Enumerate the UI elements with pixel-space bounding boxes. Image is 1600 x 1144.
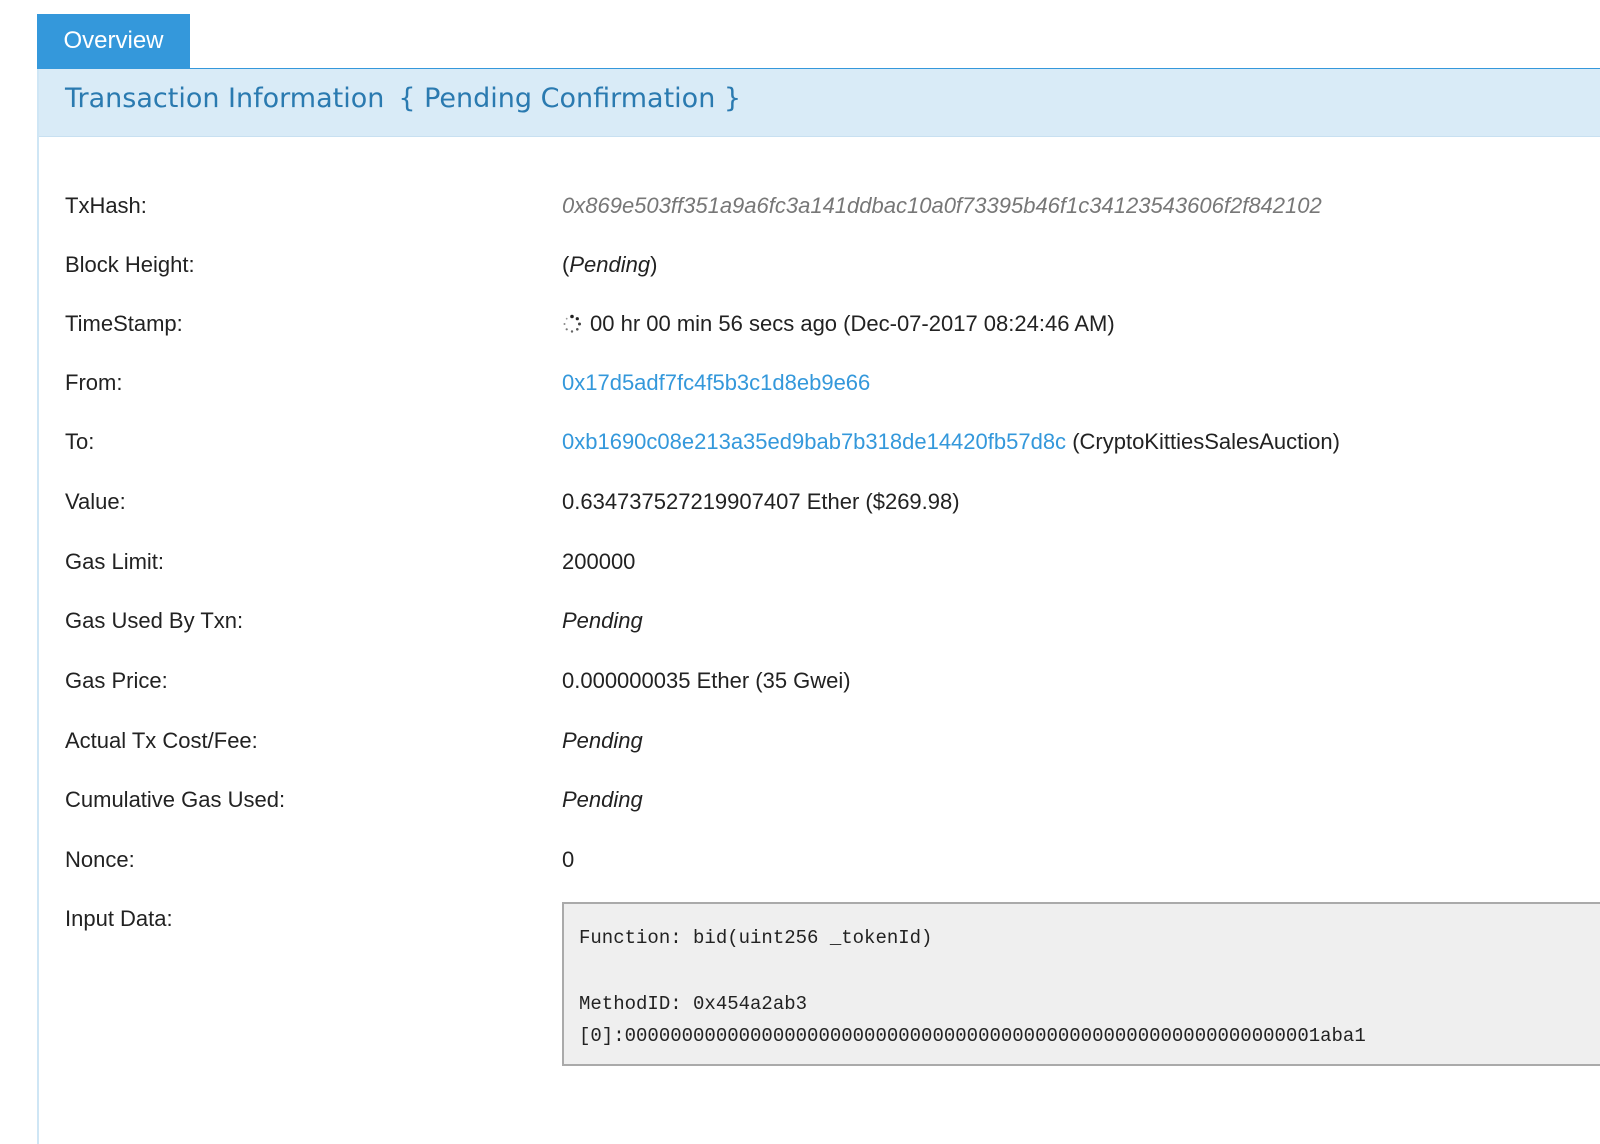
timestamp-value: 00 hr 00 min 56 secs ago (Dec-07-2017 08… (562, 311, 1115, 337)
actual-cost-value: Pending (562, 728, 643, 753)
gas-limit-value: 200000 (562, 549, 636, 574)
timestamp-absolute: (Dec-07-2017 08:24:46 AM) (843, 311, 1115, 336)
nonce-label: Nonce: (65, 847, 135, 872)
input-data-label: Input Data: (65, 906, 173, 931)
timestamp-label: TimeStamp: (65, 311, 183, 336)
panel-title-text: Transaction Information (65, 83, 385, 114)
tab-bar: Overview (37, 14, 1600, 71)
gas-limit-label: Gas Limit: (65, 549, 165, 574)
to-contract-name: (CryptoKittiesSalesAuction) (1072, 429, 1340, 454)
row-gas-limit: Gas Limit: 200000 (39, 549, 1600, 589)
row-actual-cost: Actual Tx Cost/Fee: Pending (39, 728, 1600, 768)
input-function: Function: bid(uint256 _tokenId) (579, 927, 933, 949)
row-cumulative-gas: Cumulative Gas Used: Pending (39, 787, 1600, 827)
gas-price-value: 0.000000035 Ether (35 Gwei) (562, 668, 851, 693)
pending-status: { Pending Confirmation } (398, 83, 742, 114)
to-address-link[interactable]: 0xb1690c08e213a35ed9bab7b318de14420fb57d… (562, 429, 1066, 454)
row-gas-used: Gas Used By Txn: Pending (39, 608, 1600, 648)
from-label: From: (65, 370, 123, 395)
transaction-panel: Transaction Information { Pending Confirm… (37, 69, 1600, 1144)
gas-price-label: Gas Price: (65, 668, 168, 693)
block-height-value: (Pending) (562, 252, 658, 277)
cumulative-gas-label: Cumulative Gas Used: (65, 787, 286, 812)
row-timestamp: TimeStamp: 00 hr 00 min 56 secs ago (Dec… (39, 311, 1600, 351)
row-txhash: TxHash: 0x869e503ff351a9a6fc3a141ddbac10… (39, 193, 1600, 233)
input-data-textarea[interactable]: Function: bid(uint256 _tokenId) MethodID… (562, 902, 1600, 1066)
timestamp-relative: 00 hr 00 min 56 secs ago (590, 311, 838, 336)
page-title: Transaction Information { Pending Confirm… (65, 83, 741, 114)
block-height-label: Block Height: (65, 252, 195, 277)
input-param-0: [0]:000000000000000000000000000000000000… (579, 1025, 1366, 1047)
gas-used-label: Gas Used By Txn: (65, 608, 244, 633)
row-nonce: Nonce: 0 (39, 847, 1600, 887)
to-value: 0xb1690c08e213a35ed9bab7b318de14420fb57d… (562, 429, 1340, 455)
row-gas-price: Gas Price: 0.000000035 Ether (35 Gwei) (39, 668, 1600, 708)
from-value: 0x17d5adf7fc4f5b3c1d8eb9e66 (562, 370, 870, 396)
gas-used-value: Pending (562, 608, 643, 633)
txhash-label: TxHash: (65, 193, 147, 218)
row-from: From: 0x17d5adf7fc4f5b3c1d8eb9e66 (39, 370, 1600, 410)
txhash-value: 0x869e503ff351a9a6fc3a141ddbac10a0f73395… (562, 193, 1322, 218)
from-address-link[interactable]: 0x17d5adf7fc4f5b3c1d8eb9e66 (562, 370, 870, 395)
value-label: Value: (65, 489, 126, 514)
spinner-icon (563, 314, 581, 333)
row-block-height: Block Height: (Pending) (39, 252, 1600, 292)
cumulative-gas-value: Pending (562, 787, 643, 812)
tab-overview[interactable]: Overview (37, 14, 190, 68)
to-label: To: (65, 429, 95, 454)
value-amount: 0.634737527219907407 Ether ($269.98) (562, 489, 960, 514)
row-value: Value: 0.634737527219907407 Ether ($269.… (39, 489, 1600, 529)
row-to: To: 0xb1690c08e213a35ed9bab7b318de14420f… (39, 429, 1600, 469)
panel-header: Transaction Information { Pending Confirm… (39, 69, 1600, 137)
input-method-id: MethodID: 0x454a2ab3 (579, 993, 808, 1015)
block-height-pending: Pending (569, 252, 651, 277)
actual-cost-label: Actual Tx Cost/Fee: (65, 728, 258, 753)
nonce-value: 0 (562, 847, 575, 872)
